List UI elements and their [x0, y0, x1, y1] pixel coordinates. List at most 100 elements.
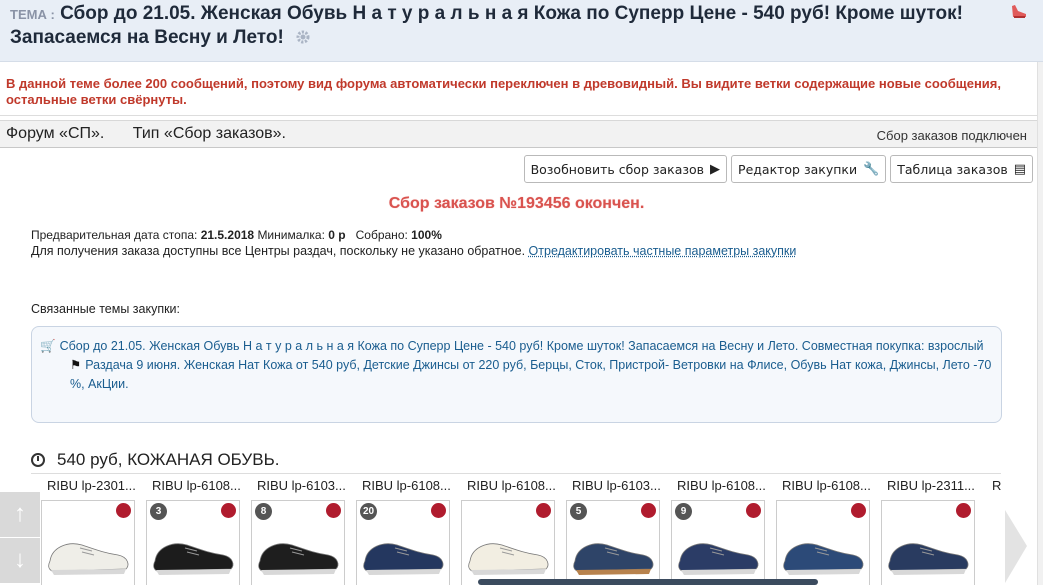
- resume-orders-label: Возобновить сбор заказов: [530, 161, 705, 177]
- order-count-badge: 20: [360, 503, 378, 520]
- product-item[interactable]: RIBU lp-6108...: [451, 474, 556, 585]
- product-item[interactable]: RIBU lp-6108...: [766, 474, 871, 585]
- order-collection-status: Сбор заказов подключен: [876, 128, 1027, 143]
- shoe-image-icon: [153, 543, 234, 575]
- orders-table-label: Таблица заказов: [897, 161, 1008, 177]
- scroll-up-arrow-icon[interactable]: ↑: [0, 492, 40, 538]
- wrench-icon: 🔧: [863, 161, 880, 177]
- stop-date-value: 21.5.2018: [200, 228, 255, 242]
- order-count-badge: 8: [255, 503, 272, 520]
- topic-header: ТЕМА : Сбор до 21.05. Женская Обувь Н а …: [0, 0, 1043, 62]
- shoe-image-icon: [363, 543, 444, 575]
- shoe-image-icon: [258, 543, 339, 575]
- related-topic-1-text[interactable]: Сбор до 21.05. Женская Обувь Н а т у р а…: [60, 339, 984, 353]
- topic-label: ТЕМА :: [10, 7, 55, 22]
- flag-icon: ⚑: [70, 358, 82, 372]
- product-label[interactable]: RIBU lp-6103...: [556, 474, 661, 498]
- product-thumbnail[interactable]: 20: [356, 500, 450, 585]
- related-topic-1[interactable]: 🛒 Сбор до 21.05. Женская Обувь Н а т у р …: [40, 337, 993, 356]
- product-thumbnail[interactable]: [461, 500, 555, 585]
- related-topic-2-text[interactable]: Раздача 9 июня. Женская Нат Кожа от 540 …: [70, 358, 991, 391]
- shoe-image-icon: [573, 543, 654, 575]
- purchase-info: Предварительная дата стопа: 21.5.2018 Ми…: [31, 228, 442, 242]
- product-item[interactable]: RIBU lp-6108... 20: [346, 474, 451, 585]
- product-label[interactable]: RIBU lp-6108...: [346, 474, 451, 498]
- minimum-value: 0 р: [328, 228, 346, 242]
- brand-seal-icon: [116, 503, 131, 518]
- related-topics-label: Связанные темы закупки:: [31, 302, 181, 316]
- shoe-image-icon: [783, 543, 864, 575]
- purchase-editor-label: Редактор закупки: [738, 161, 858, 177]
- brand-seal-icon: [641, 503, 656, 518]
- product-item[interactable]: RIBU lp-6108... 3: [136, 474, 241, 585]
- play-icon: ▶: [710, 161, 721, 177]
- forum-bar: Форум «СП». Тип «Сбор заказов». Сбор зак…: [0, 120, 1037, 148]
- edit-params-link[interactable]: Отредактировать частные параметры закупк…: [529, 244, 797, 258]
- vertical-scrollbar[interactable]: [1037, 62, 1043, 585]
- product-thumbnail[interactable]: [881, 500, 975, 585]
- order-count-badge: 3: [150, 503, 167, 520]
- purchase-editor-button[interactable]: Редактор закупки 🔧: [731, 155, 887, 183]
- shoe-image-icon: [888, 543, 969, 575]
- collected-label: Собрано:: [355, 228, 408, 242]
- product-item[interactable]: RIBU lp-6103... 8: [241, 474, 346, 585]
- product-label[interactable]: RIBU lp-6108...: [766, 474, 871, 498]
- scroll-down-arrow-icon[interactable]: ↓: [0, 538, 40, 584]
- shoe-logo-icon[interactable]: [1009, 2, 1029, 22]
- product-label[interactable]: RIBU lp-6108...: [661, 474, 766, 498]
- minimum-label: Минималка:: [257, 228, 325, 242]
- related-topics-box: 🛒 Сбор до 21.05. Женская Обувь Н а т у р …: [31, 326, 1002, 423]
- action-buttons: Возобновить сбор заказов ▶ Редактор заку…: [523, 155, 1033, 183]
- carousel-scrollbar[interactable]: [478, 579, 818, 585]
- brand-seal-icon: [536, 503, 551, 518]
- brand-seal-icon: [851, 503, 866, 518]
- shoe-image-icon: [48, 543, 129, 575]
- brand-seal-icon: [326, 503, 341, 518]
- product-thumbnail[interactable]: [41, 500, 135, 585]
- carousel-next-icon[interactable]: [1003, 508, 1029, 585]
- tree-view-notice: В данной теме более 200 сообщений, поэто…: [0, 70, 1037, 116]
- forum-type: Тип «Сбор заказов».: [132, 125, 286, 142]
- product-thumbnail[interactable]: 8: [251, 500, 345, 585]
- product-thumbnail[interactable]: 3: [146, 500, 240, 585]
- order-count-badge: 5: [570, 503, 587, 520]
- cart-icon: 🛒: [40, 339, 56, 353]
- product-item[interactable]: RIBU lp-6103... 5: [556, 474, 661, 585]
- orders-table-button[interactable]: Таблица заказов ▤: [890, 155, 1033, 183]
- collected-value: 100%: [411, 228, 442, 242]
- resume-orders-button[interactable]: Возобновить сбор заказов ▶: [523, 155, 728, 183]
- product-item[interactable]: RIBU lp-2301...: [31, 474, 136, 585]
- product-thumbnail[interactable]: 9: [671, 500, 765, 585]
- related-topic-2[interactable]: ⚑ Раздача 9 июня. Женская Нат Кожа от 540…: [40, 356, 993, 394]
- product-item[interactable]: RIBU lp-2311...: [871, 474, 976, 585]
- brand-seal-icon: [221, 503, 236, 518]
- product-label[interactable]: RIBU lp-6103...: [241, 474, 346, 498]
- section-header: 540 руб, КОЖАНАЯ ОБУВЬ.: [31, 450, 279, 470]
- product-strip: RIBU lp-2301... RIBU lp-6108... 3 RIBU lp-6…: [31, 473, 1001, 585]
- brand-seal-icon: [431, 503, 446, 518]
- pickup-text: Для получения заказа доступны все Центры…: [31, 244, 526, 258]
- forum-name[interactable]: Форум «СП».: [6, 125, 104, 142]
- product-label[interactable]: RIBU lp-2311...: [871, 474, 976, 498]
- product-label[interactable]: RIBU lp-6108...: [451, 474, 556, 498]
- stop-date-label: Предварительная дата стопа:: [31, 228, 198, 242]
- table-icon: ▤: [1013, 161, 1026, 177]
- product-label[interactable]: RIBU lp-6108...: [136, 474, 241, 498]
- product-item[interactable]: R: [976, 474, 1001, 498]
- brand-seal-icon: [746, 503, 761, 518]
- section-title: 540 руб, КОЖАНАЯ ОБУВЬ.: [57, 450, 280, 469]
- pickup-info: Для получения заказа доступны все Центры…: [31, 244, 796, 258]
- shoe-image-icon: [678, 543, 759, 575]
- product-label[interactable]: R: [976, 474, 1001, 498]
- product-thumbnail[interactable]: 5: [566, 500, 660, 585]
- product-thumbnail[interactable]: [776, 500, 870, 585]
- topic-title-block: ТЕМА : Сбор до 21.05. Женская Обувь Н а …: [10, 2, 1035, 49]
- topic-title: Сбор до 21.05. Женская Обувь Н а т у р а…: [10, 3, 963, 48]
- gear-icon[interactable]: [295, 29, 311, 45]
- clock-icon: [31, 453, 45, 467]
- product-label[interactable]: RIBU lp-2301...: [31, 474, 136, 498]
- shoe-image-icon: [468, 543, 549, 575]
- order-count-badge: 9: [675, 503, 692, 520]
- order-status-message: Сбор заказов №193456 окончен.: [388, 195, 645, 212]
- product-item[interactable]: RIBU lp-6108... 9: [661, 474, 766, 585]
